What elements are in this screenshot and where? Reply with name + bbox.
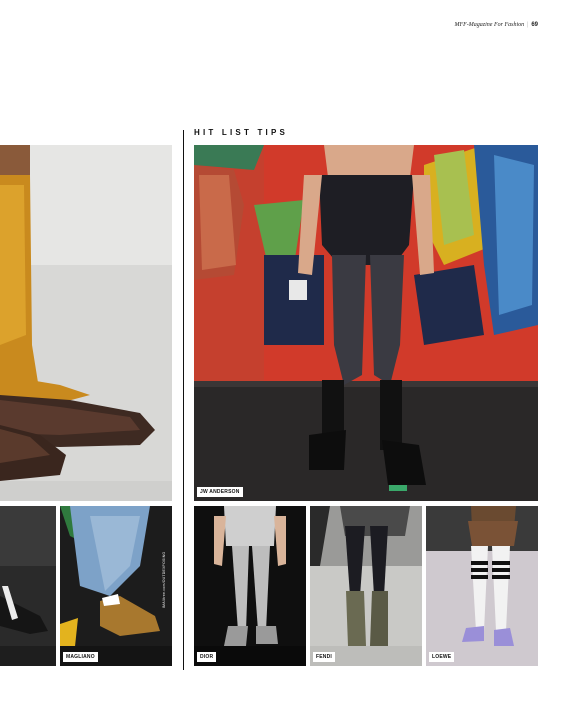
photo-dior: DIOR [194, 506, 306, 666]
photo-bottom-left [0, 506, 56, 666]
section-title: HIT LIST TIPS [194, 128, 289, 137]
label-dior: DIOR [197, 652, 217, 662]
magazine-name: MFF-Magazine For Fashion [454, 22, 525, 28]
photo-magliano: MAGLIANO [60, 506, 172, 666]
photo-yellow-socks [0, 145, 172, 501]
page-number: 69 [531, 22, 538, 28]
header-separator: | [527, 22, 529, 28]
label-jw-anderson: JW ANDERSON [197, 487, 243, 497]
label-magliano: MAGLIANO [63, 652, 98, 662]
page-header: MFF-Magazine For Fashion | 69 [454, 22, 538, 28]
photo-jw-anderson: JW ANDERSON [194, 145, 538, 501]
photo-fendi: FENDI [310, 506, 422, 666]
label-fendi: FENDI [313, 652, 335, 662]
photo-credit: IMAXtree.com/OUTDEXPOSING [162, 551, 166, 608]
column-divider [183, 130, 184, 670]
photo-loewe: LOEWE [426, 506, 538, 666]
label-loewe: LOEWE [429, 652, 455, 662]
